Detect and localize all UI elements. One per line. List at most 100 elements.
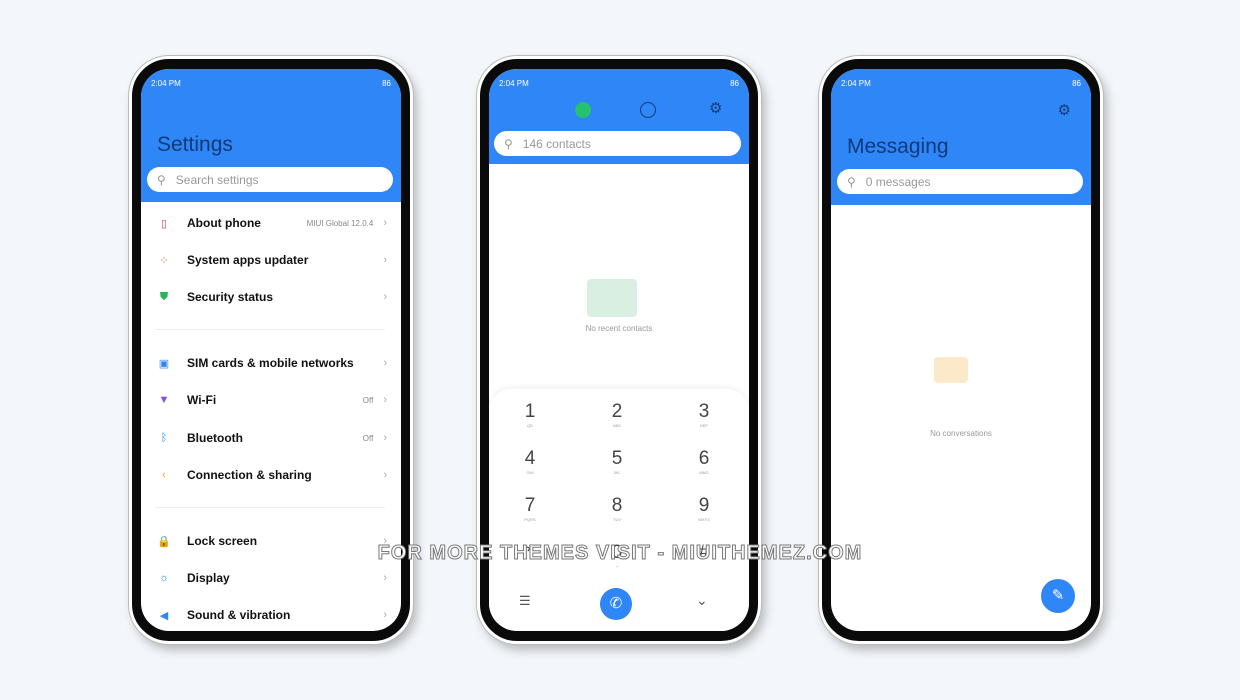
settings-item-label: Security status xyxy=(187,290,274,304)
settings-item-label: Wi-Fi xyxy=(187,393,217,407)
settings-item[interactable]: ▼ Wi-Fi Off › xyxy=(141,382,401,418)
dial-key[interactable]: 8 TUV xyxy=(587,495,647,522)
settings-item[interactable]: ‹ Connection & sharing › xyxy=(141,457,401,493)
dial-key-digit: 2 xyxy=(611,401,623,422)
dial-key[interactable]: 2 ABC xyxy=(587,401,647,428)
page-title: Messaging xyxy=(847,135,949,158)
settings-item[interactable]: ᛒ Bluetooth Off › xyxy=(141,420,401,456)
menu-list-icon[interactable]: ☰ xyxy=(519,593,531,609)
chevron-right-icon: › xyxy=(383,609,387,621)
chevron-right-icon: › xyxy=(383,291,387,303)
settings-item-label: Bluetooth xyxy=(187,431,243,445)
share-icon: ‹ xyxy=(162,469,166,481)
settings-item[interactable]: ⁘ System apps updater › xyxy=(141,242,401,278)
settings-item[interactable]: ⛊ Security status › xyxy=(141,279,401,315)
search-icon: ⚲ xyxy=(847,174,856,189)
dial-key-letters: PQRS xyxy=(524,517,536,522)
dialpad: ☰ ✆ ⌄ 1 QD 2 ABC 3 DEF 4 GHI 5 JKL 6 MNO 7 PQRS 8 TUV 9 W… xyxy=(489,389,749,631)
dial-key[interactable]: 7 PQRS xyxy=(500,495,560,522)
bluetooth-icon: ᛒ xyxy=(160,432,168,444)
dial-key-digit: 8 xyxy=(611,495,623,516)
battery-icon: 86 xyxy=(382,79,391,88)
status-bar: 2:04 PM 86 xyxy=(841,79,1081,88)
dial-key-letters: DEF xyxy=(700,423,708,428)
settings-item-label: Connection & sharing xyxy=(187,468,312,482)
dial-key-digit: 7 xyxy=(524,495,536,516)
call-button[interactable]: ✆ xyxy=(600,588,632,620)
shield-icon: ⛊ xyxy=(159,290,169,303)
settings-item-label: Sound & vibration xyxy=(187,608,291,622)
divider xyxy=(155,507,385,508)
page-title: Settings xyxy=(157,133,233,156)
compose-button[interactable]: ✎ xyxy=(1041,579,1075,613)
settings-item-label: SIM cards & mobile networks xyxy=(187,356,354,370)
settings-item[interactable]: ☼ Display › xyxy=(141,560,401,596)
search-placeholder: Search settings xyxy=(175,172,259,187)
search-placeholder: 146 contacts xyxy=(522,136,591,151)
dial-key-letters: GHI xyxy=(526,470,534,475)
watermark: FOR MORE THEMES VISIT - MIUITHEMEZ.COM xyxy=(377,542,863,565)
dial-key[interactable]: 3 DEF xyxy=(674,401,734,428)
dial-key-letters: JKL xyxy=(613,470,621,475)
settings-item-value: Off xyxy=(362,395,374,405)
dial-key-digit: 4 xyxy=(524,448,536,469)
status-time: 2:04 PM xyxy=(499,79,529,88)
dial-key-digit: 9 xyxy=(698,495,710,516)
status-bar: 2:04 PM 86 xyxy=(151,79,391,88)
dial-key-digit: 3 xyxy=(698,401,710,422)
chevron-right-icon: › xyxy=(383,217,387,229)
chevron-right-icon: › xyxy=(383,254,387,266)
dial-key[interactable]: 6 MNO xyxy=(674,448,734,475)
display-icon: ☼ xyxy=(158,572,170,584)
battery-icon: 86 xyxy=(730,79,739,88)
dial-key-letters: QD xyxy=(527,423,533,428)
empty-text: No recent contacts xyxy=(585,324,653,333)
chevron-right-icon: › xyxy=(383,432,387,444)
settings-item-label: Display xyxy=(187,571,230,585)
dial-key-digit: 1 xyxy=(524,401,536,422)
tab-contacts-icon[interactable] xyxy=(640,102,656,118)
search-input[interactable]: ⚲ 0 messages xyxy=(837,169,1083,194)
collapse-chevron-icon[interactable]: ⌄ xyxy=(696,592,708,609)
search-icon: ⚲ xyxy=(157,172,166,187)
dial-key[interactable]: 4 GHI xyxy=(500,448,560,475)
settings-item-label: About phone xyxy=(187,216,261,230)
search-input[interactable]: ⚲ 146 contacts xyxy=(494,131,741,156)
sound-icon: ◀ xyxy=(159,609,169,622)
gear-icon[interactable]: ⚙ xyxy=(709,99,722,117)
chevron-right-icon: › xyxy=(383,394,387,406)
dial-key-letters: MNO xyxy=(699,470,709,475)
tab-dialer-icon[interactable] xyxy=(575,102,591,118)
apps-icon: ⁘ xyxy=(159,254,169,267)
dial-key-digit: 5 xyxy=(611,448,623,469)
dial-key[interactable]: 5 JKL xyxy=(587,448,647,475)
settings-item[interactable]: ▯ About phone MIUI Global 12.0.4 › xyxy=(141,205,401,241)
chat-bubbles-icon xyxy=(934,357,968,383)
empty-text: No conversations xyxy=(930,429,992,438)
chevron-right-icon: › xyxy=(383,469,387,481)
status-time: 2:04 PM xyxy=(841,79,871,88)
settings-item[interactable]: ▣ SIM cards & mobile networks › xyxy=(141,345,401,381)
chevron-right-icon: › xyxy=(383,357,387,369)
dial-key-letters: WXYZ xyxy=(698,517,710,522)
search-placeholder: 0 messages xyxy=(865,174,931,189)
wifi-icon: ▼ xyxy=(158,394,170,406)
settings-item[interactable]: ◀ Sound & vibration › xyxy=(141,597,401,631)
sim-icon: ▣ xyxy=(158,357,170,370)
settings-item-label: System apps updater xyxy=(187,253,309,267)
battery-icon: 86 xyxy=(1072,79,1081,88)
search-input[interactable]: ⚲ Search settings xyxy=(147,167,393,192)
dial-key[interactable]: 9 WXYZ xyxy=(674,495,734,522)
phone-icon: ▯ xyxy=(160,217,168,230)
search-icon: ⚲ xyxy=(504,136,513,151)
dial-key-digit: 6 xyxy=(698,448,710,469)
chevron-right-icon: › xyxy=(383,572,387,584)
status-time: 2:04 PM xyxy=(151,79,181,88)
dial-key[interactable]: 1 QD xyxy=(500,401,560,428)
empty-contacts-icon xyxy=(587,279,637,317)
status-bar: 2:04 PM 86 xyxy=(499,79,739,88)
dial-key-letters: ABC xyxy=(612,423,622,428)
gear-icon[interactable]: ⚙ xyxy=(1058,101,1071,119)
settings-item-value: Off xyxy=(362,433,374,443)
dial-key-letters: TUV xyxy=(613,517,621,522)
